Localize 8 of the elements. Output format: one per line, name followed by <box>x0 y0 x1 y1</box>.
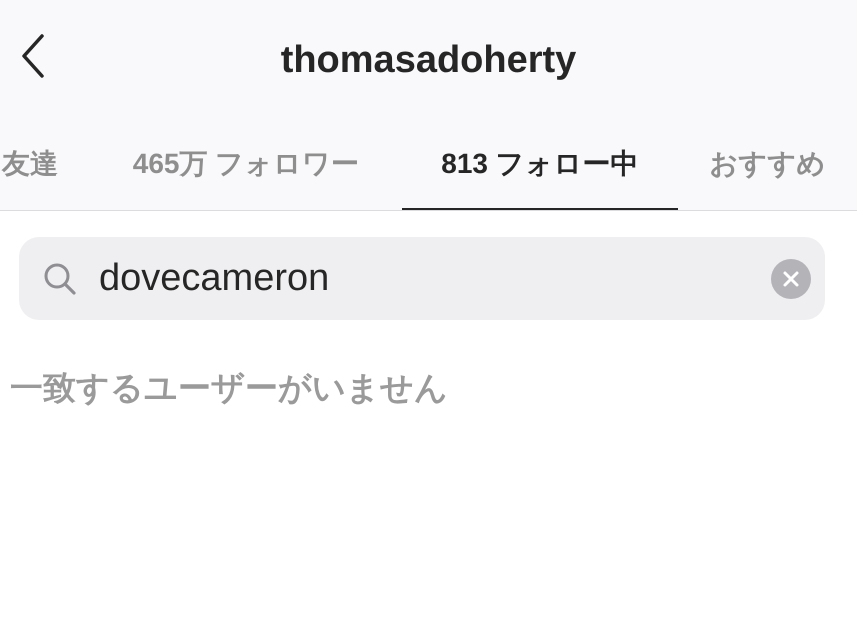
search-bar[interactable]: dovecameron <box>19 237 825 320</box>
search-field[interactable]: dovecameron <box>97 256 771 301</box>
x-icon <box>781 268 801 288</box>
profile-username: thomasadoherty <box>280 38 576 82</box>
empty-message: 一致するユーザーがいません <box>10 368 449 408</box>
search-icon <box>43 262 77 296</box>
tab[interactable]: 813 フォロー中 <box>402 120 678 210</box>
back-icon[interactable] <box>20 34 46 78</box>
